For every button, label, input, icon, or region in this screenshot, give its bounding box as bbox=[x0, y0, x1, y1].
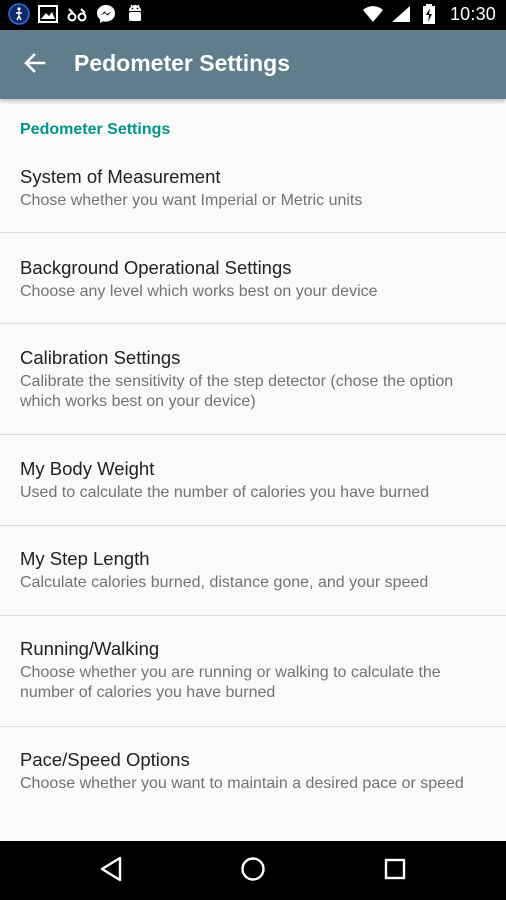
image-icon bbox=[37, 3, 59, 25]
android-icon bbox=[124, 3, 146, 25]
settings-list: Pedometer Settings System of Measurement… bbox=[0, 99, 506, 841]
signal-icon bbox=[390, 3, 412, 25]
nav-back-button[interactable] bbox=[93, 853, 129, 889]
setting-summary: Choose whether you are running or walkin… bbox=[20, 664, 441, 701]
setting-title: Background Operational Settings bbox=[20, 257, 292, 278]
status-bar: 10:30 bbox=[0, 0, 506, 30]
setting-system-of-measurement[interactable]: System of Measurement Chose whether you … bbox=[0, 154, 506, 232]
setting-summary: Choose whether you want to maintain a de… bbox=[20, 775, 464, 792]
setting-title: My Step Length bbox=[20, 548, 150, 569]
nav-recents-button[interactable] bbox=[377, 853, 413, 889]
setting-title: My Body Weight bbox=[20, 458, 155, 479]
back-button[interactable] bbox=[18, 48, 52, 82]
setting-pace-speed[interactable]: Pace/Speed Options Choose whether you wa… bbox=[0, 727, 506, 841]
setting-summary: Used to calculate the number of calories… bbox=[20, 484, 430, 501]
setting-summary: Chose whether you want Imperial or Metri… bbox=[20, 192, 363, 209]
setting-title: Running/Walking bbox=[20, 638, 160, 659]
setting-summary: Calibrate the sensitivity of the step de… bbox=[20, 373, 454, 410]
app-bar: Pedometer Settings bbox=[0, 30, 506, 99]
messenger-icon bbox=[95, 3, 117, 25]
setting-calibration[interactable]: Calibration Settings Calibrate the sensi… bbox=[0, 324, 506, 434]
navigation-bar bbox=[0, 841, 506, 900]
setting-title: System of Measurement bbox=[20, 166, 221, 187]
setting-title: Calibration Settings bbox=[20, 347, 181, 368]
setting-summary: Choose any level which works best on you… bbox=[20, 283, 378, 300]
section-header: Pedometer Settings bbox=[20, 121, 171, 138]
notification-icons bbox=[8, 3, 146, 25]
setting-summary: Calculate calories burned, distance gone… bbox=[20, 574, 429, 591]
setting-running-walking[interactable]: Running/Walking Choose whether you are r… bbox=[0, 616, 506, 726]
accessibility-icon bbox=[8, 3, 30, 25]
home-circle-icon bbox=[240, 856, 266, 887]
setting-title: Pace/Speed Options bbox=[20, 749, 190, 770]
page-title: Pedometer Settings bbox=[74, 50, 290, 76]
battery-charging-icon bbox=[418, 3, 440, 25]
nav-home-button[interactable] bbox=[235, 853, 271, 889]
clock: 10:30 bbox=[449, 3, 496, 24]
system-icons: 10:30 bbox=[362, 3, 496, 25]
arrow-back-icon bbox=[24, 52, 46, 79]
wifi-icon bbox=[362, 3, 384, 25]
setting-background-operational[interactable]: Background Operational Settings Choose a… bbox=[0, 233, 506, 323]
back-triangle-icon bbox=[99, 856, 123, 887]
voicemail-icon bbox=[66, 3, 88, 25]
recents-square-icon bbox=[383, 857, 407, 886]
setting-body-weight[interactable]: My Body Weight Used to calculate the num… bbox=[0, 435, 506, 525]
setting-step-length[interactable]: My Step Length Calculate calories burned… bbox=[0, 526, 506, 615]
